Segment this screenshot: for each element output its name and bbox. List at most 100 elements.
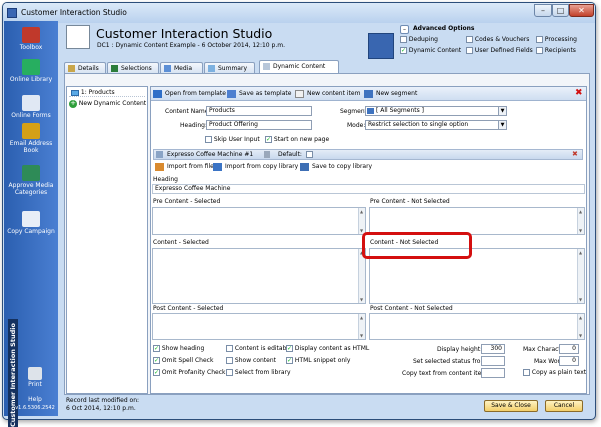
checkbox[interactable] bbox=[466, 47, 473, 54]
pre-not-selected-label: Pre Content - Not Selected bbox=[370, 198, 450, 205]
checkbox[interactable]: ✓ bbox=[286, 345, 293, 352]
copy-text-input[interactable] bbox=[481, 368, 505, 378]
omit-spell-option[interactable]: ✓ Omit Spell Check bbox=[153, 357, 213, 364]
scrollbar[interactable] bbox=[577, 249, 584, 303]
title-bar[interactable]: Customer Interaction Studio – □ ✕ bbox=[3, 3, 595, 23]
settings-icon[interactable] bbox=[264, 151, 270, 158]
pre-selected-editor[interactable] bbox=[152, 207, 366, 235]
checkbox[interactable] bbox=[400, 36, 407, 43]
open-template-button[interactable]: Open from template bbox=[153, 89, 226, 99]
sidebar-item-copy-campaign[interactable]: Copy Campaign bbox=[4, 211, 58, 236]
checkbox[interactable]: ✓ bbox=[153, 357, 160, 364]
cancel-button[interactable]: Cancel bbox=[545, 400, 583, 412]
approve-icon bbox=[22, 165, 40, 181]
content-selected-label: Content - Selected bbox=[153, 239, 209, 246]
scrollbar[interactable] bbox=[577, 208, 584, 234]
checkbox[interactable] bbox=[523, 369, 530, 376]
import-library-button[interactable]: Import from copy library bbox=[213, 162, 298, 172]
scrollbar[interactable] bbox=[358, 208, 365, 234]
heading-label: Heading: bbox=[180, 122, 207, 129]
option-recipients[interactable]: Recipients bbox=[536, 47, 576, 54]
select-library-option[interactable]: Select from library bbox=[226, 369, 291, 376]
sidebar-item-toolbox[interactable]: Toolbox bbox=[4, 27, 58, 52]
content-item-title: Expresso Coffee Machine #1 bbox=[167, 151, 254, 158]
save-library-button[interactable]: Save to copy library bbox=[300, 162, 372, 172]
save-template-button[interactable]: Save as template bbox=[227, 89, 291, 99]
show-content-option[interactable]: Show content bbox=[226, 357, 276, 364]
copy-text-label: Copy text from content item: bbox=[402, 370, 490, 377]
sidebar-item-help[interactable]: Help bbox=[12, 396, 58, 404]
new-segment-button[interactable]: New segment bbox=[364, 89, 417, 99]
item-heading-input[interactable]: Expresso Coffee Machine bbox=[152, 184, 585, 194]
maximize-button[interactable]: □ bbox=[552, 4, 569, 17]
close-item-icon[interactable]: ✖ bbox=[572, 150, 578, 158]
option-user-defined-fields[interactable]: User Defined Fields bbox=[466, 47, 533, 54]
save-icon bbox=[300, 163, 309, 171]
checkbox[interactable] bbox=[205, 136, 212, 143]
max-characters-input[interactable]: 0 bbox=[559, 344, 579, 354]
option-deduping[interactable]: Deduping bbox=[400, 36, 438, 43]
option-dynamic-content[interactable]: ✓ Dynamic Content bbox=[400, 47, 461, 54]
checkbox[interactable] bbox=[226, 357, 233, 364]
segment-select[interactable]: [ All Segments ] ▼ bbox=[365, 106, 507, 116]
checkbox[interactable]: ✓ bbox=[265, 136, 272, 143]
checkbox[interactable] bbox=[226, 345, 233, 352]
version-label: v1.6.5306.2542 bbox=[15, 405, 55, 411]
mode-select[interactable]: Restrict selection to single option ▼ bbox=[365, 120, 507, 130]
sidebar-item-approve-media[interactable]: Approve Media Categories bbox=[4, 165, 58, 196]
list-item[interactable]: 1: Products bbox=[69, 88, 145, 97]
collapse-toggle[interactable]: – bbox=[400, 25, 409, 34]
sidebar-item-online-library[interactable]: Online Library bbox=[4, 59, 58, 84]
skip-user-input[interactable]: Skip User Input bbox=[205, 136, 260, 143]
chevron-down-icon[interactable]: ▼ bbox=[498, 121, 506, 129]
minimize-button[interactable]: – bbox=[534, 4, 552, 17]
checkbox[interactable]: ✓ bbox=[153, 369, 160, 376]
sidebar-item-online-forms[interactable]: Online Forms bbox=[4, 95, 58, 120]
checkbox[interactable] bbox=[466, 36, 473, 43]
app-icon bbox=[7, 8, 17, 18]
heading-input[interactable]: Product Offering bbox=[206, 120, 312, 130]
option-processing[interactable]: Processing bbox=[536, 36, 577, 43]
display-html-option[interactable]: ✓ Display content as HTML bbox=[286, 345, 369, 352]
post-not-selected-editor[interactable] bbox=[369, 313, 585, 340]
checkbox[interactable]: ✓ bbox=[153, 345, 160, 352]
sidebar-item-label: Approve Media Categories bbox=[8, 182, 54, 196]
omit-profanity-option[interactable]: ✓ Omit Profanity Check bbox=[153, 369, 225, 376]
post-selected-editor[interactable] bbox=[152, 313, 366, 340]
record-date: 6 Oct 2014, 12:10 p.m. bbox=[66, 405, 136, 412]
default-checkbox[interactable] bbox=[306, 151, 313, 158]
sidebar-item-print[interactable]: Print bbox=[12, 367, 58, 389]
display-height-input[interactable]: 300 bbox=[481, 344, 505, 354]
content-name-input[interactable]: Products bbox=[206, 106, 312, 116]
scrollbar[interactable] bbox=[358, 314, 365, 339]
import-file-button[interactable]: Import from file bbox=[155, 162, 214, 172]
chevron-down-icon[interactable]: ▼ bbox=[498, 107, 506, 115]
show-heading-option[interactable]: ✓ Show heading bbox=[153, 345, 204, 352]
sidebar-item-email-address-book[interactable]: Email Address Book bbox=[4, 123, 58, 154]
folder-icon bbox=[71, 89, 79, 96]
scrollbar[interactable] bbox=[577, 314, 584, 339]
checkbox[interactable] bbox=[226, 369, 233, 376]
checkbox[interactable] bbox=[536, 36, 543, 43]
selected-status-input[interactable] bbox=[481, 356, 505, 366]
save-close-button[interactable]: Save & Close bbox=[484, 400, 538, 412]
copy-icon bbox=[22, 211, 40, 227]
start-new-page[interactable]: ✓ Start on new page bbox=[265, 136, 329, 143]
save-icon bbox=[227, 90, 236, 98]
pre-not-selected-editor[interactable] bbox=[369, 207, 585, 235]
checkbox[interactable]: ✓ bbox=[400, 47, 407, 54]
html-snippet-option[interactable]: ✓ HTML snippet only bbox=[286, 357, 350, 364]
max-words-input[interactable]: 0 bbox=[559, 356, 579, 366]
copy-plain-option[interactable]: Copy as plain text bbox=[523, 369, 586, 376]
presentation-icon bbox=[66, 25, 90, 49]
new-content-item-button[interactable]: New content item bbox=[295, 89, 360, 99]
option-codes-vouchers[interactable]: Codes & Vouchers bbox=[466, 36, 529, 43]
content-editable-option[interactable]: Content is editable bbox=[226, 345, 292, 352]
close-button[interactable]: ✕ bbox=[569, 4, 594, 17]
list-item-new[interactable]: + New Dynamic Content bbox=[69, 99, 146, 108]
checkbox[interactable] bbox=[536, 47, 543, 54]
tab-dynamic-content[interactable]: Dynamic Content bbox=[259, 60, 339, 74]
content-selected-editor[interactable] bbox=[152, 248, 366, 304]
delete-icon[interactable]: ✖ bbox=[575, 89, 583, 98]
checkbox[interactable]: ✓ bbox=[286, 357, 293, 364]
